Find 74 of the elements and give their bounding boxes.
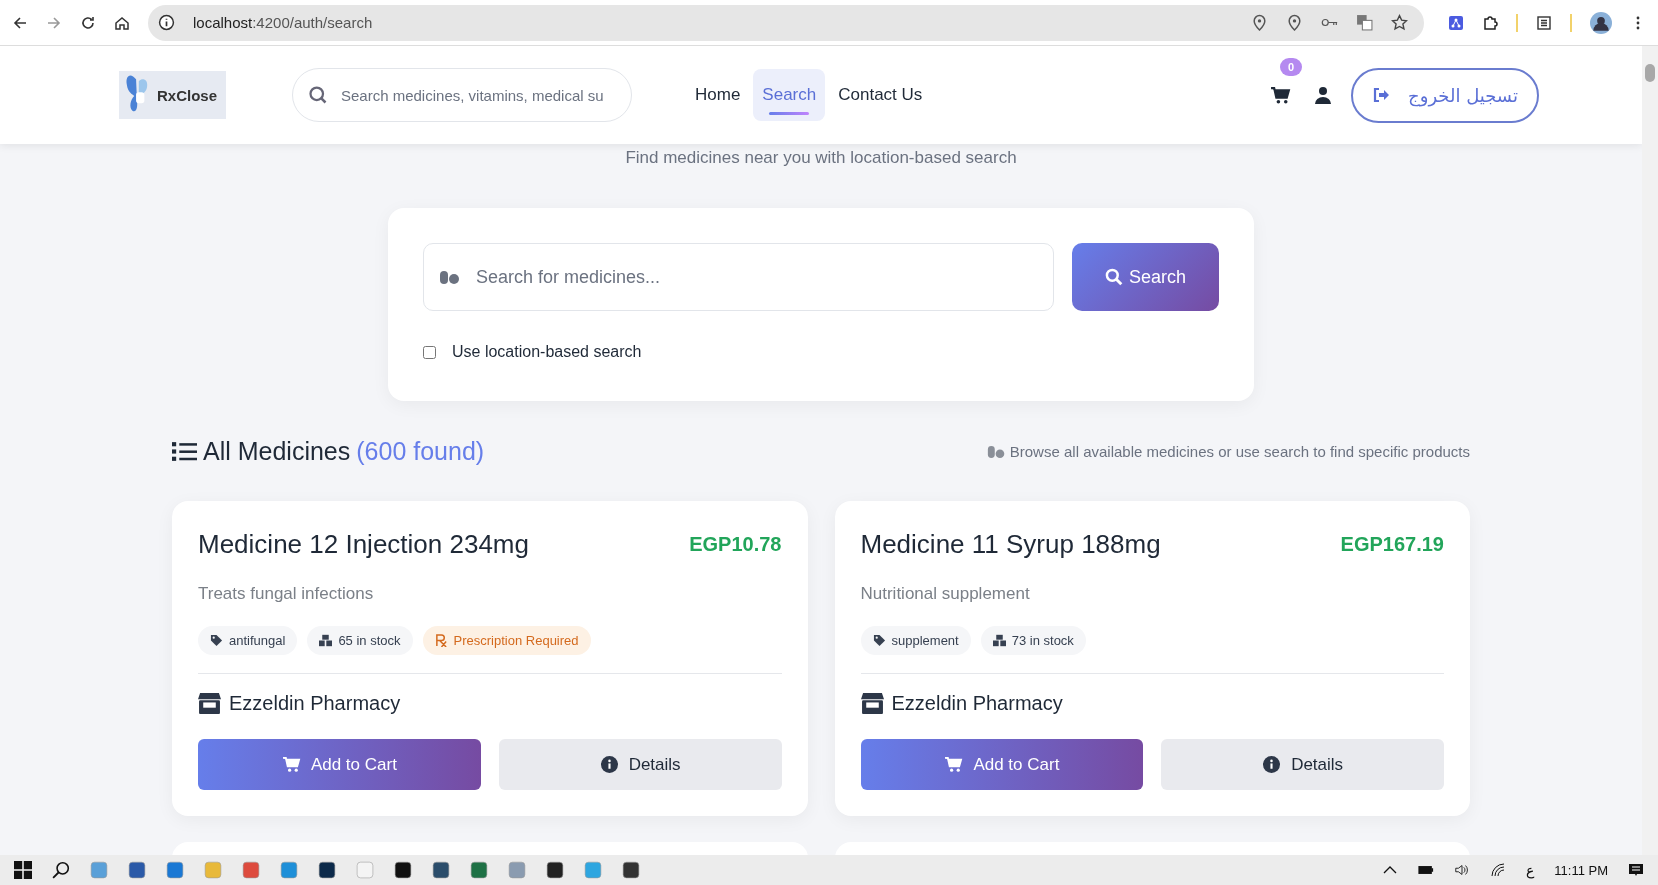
pills-icon [439,269,461,285]
search-button[interactable]: Search [1072,243,1219,311]
brand-name: RxClose [157,86,218,104]
add-to-cart-button[interactable]: Add to Cart [198,739,481,790]
language-indicator[interactable]: ع [1526,862,1535,878]
details-button[interactable]: Details [498,739,782,790]
star-icon[interactable] [1391,14,1408,31]
search-field[interactable]: Search medicines, vitamins, medical su [292,68,632,122]
medicine-name: Medicine 12 Injection 234mg [198,529,529,560]
result-count: (600 found) [356,437,485,466]
cart-count-badge: 0 [1280,57,1303,76]
prescription-tag: Prescription Required [422,626,591,655]
page-subtitle: Find medicines near you with location-based search [625,148,1017,168]
category-tag: antifungal [198,626,298,655]
extension-icon[interactable] [1448,14,1464,31]
home-icon[interactable] [114,14,130,31]
search-icon [1104,268,1123,286]
shop-icon [860,693,884,714]
cart-icon [944,756,964,773]
stock-tag: 73 in stock [980,626,1086,655]
tag-icon [872,634,886,647]
category-tag: supplement [860,626,971,655]
location-pin-icon[interactable] [1286,14,1303,31]
logo[interactable]: RxClose [119,71,226,119]
medicine-name: Medicine 11 Syrup 188mg [860,529,1161,560]
notification-icon[interactable] [1628,862,1644,878]
list-icon [172,441,197,462]
info-icon[interactable] [158,14,175,31]
add-to-cart-button[interactable]: Add to Cart [860,739,1144,790]
boxes-icon [992,634,1006,647]
pharmacy-name: Ezzeldin Pharmacy [891,692,1063,715]
clock[interactable]: 11:11 PM [1554,862,1608,878]
forward-icon[interactable] [46,14,62,31]
logout-button[interactable]: تسجيل الخروج [1351,67,1539,123]
tag-icon [210,634,223,647]
boxes-icon [319,634,333,647]
logout-icon [1372,87,1391,103]
stock-tag: 65 in stock [307,626,413,655]
section-title: All Medicines [203,437,351,466]
location-checkbox[interactable] [423,345,436,359]
pills-icon [986,444,1006,459]
medicine-price: EGP167.19 [1340,533,1444,556]
section-hint: Browse all available medicines or use search to find specific products [1009,443,1470,460]
nav-link[interactable]: Search [753,69,826,121]
windows-start-icon[interactable] [14,861,32,879]
avatar-icon[interactable] [1590,11,1612,34]
prescription-icon [434,634,448,647]
medicine-price: EGP10.78 [689,533,782,556]
nav-link[interactable]: Home [686,69,750,121]
speaker-icon[interactable] [1454,862,1471,878]
info-icon [1262,756,1282,773]
cart-icon[interactable] [1270,85,1291,105]
scrollbar[interactable] [1642,46,1658,855]
medicine-description: Nutritional supplement [860,584,1031,604]
location-pin-icon[interactable] [1251,14,1268,31]
info-icon [599,756,619,773]
search-icon[interactable] [52,861,70,879]
back-icon[interactable] [12,14,28,31]
address-bar[interactable]: localhost:4200/auth/search [148,4,1424,41]
location-label: Use location-based search [452,343,642,361]
cart-icon [281,756,301,773]
medicine-search-field[interactable]: Search for medicines... [423,243,1054,311]
search-icon [308,85,328,105]
wifi-icon[interactable] [1490,862,1507,878]
url-text: localhost:4200/auth/search [193,14,373,31]
medicine-description: Treats fungal infections [198,584,375,604]
shop-icon [198,693,221,714]
details-button[interactable]: Details [1161,739,1444,790]
puzzle-icon[interactable] [1482,14,1498,31]
reload-icon[interactable] [80,14,96,31]
nav-link[interactable]: Contact Us [829,69,932,121]
user-icon[interactable] [1315,86,1331,104]
reading-list-icon[interactable] [1536,14,1552,31]
pharmacy-name: Ezzeldin Pharmacy [229,692,401,715]
